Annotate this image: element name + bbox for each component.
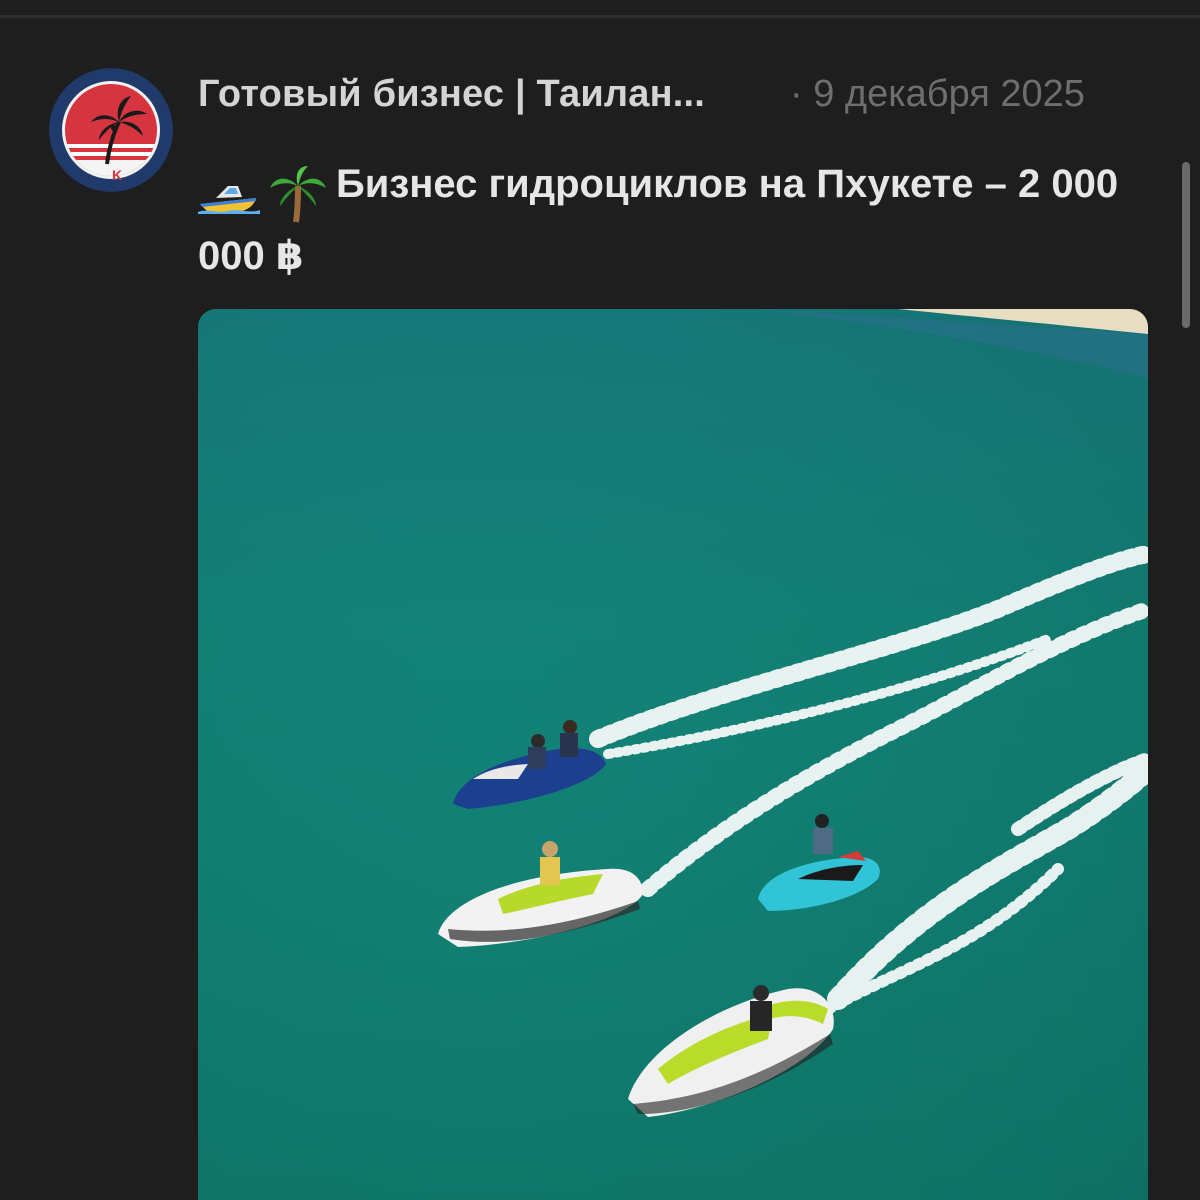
svg-text:K: K (112, 167, 122, 183)
post-title: Бизнес гидроциклов на Пхукете – 2 000 00… (198, 152, 1158, 288)
post-photo[interactable] (198, 309, 1148, 1200)
channel-name[interactable]: Готовый бизнес | Таилан... (198, 68, 705, 120)
scrollbar-thumb[interactable] (1182, 162, 1190, 328)
post-date: · 9 декабря 2025 (790, 73, 1085, 115)
channel-avatar[interactable]: K (49, 68, 173, 192)
speedboat-icon (198, 160, 260, 224)
post-title-text: Бизнес гидроциклов на Пхукете – 2 000 00… (198, 162, 1119, 279)
palm-tree-icon (268, 160, 328, 224)
palm-tree-sunset-logo-icon: K (49, 68, 173, 192)
top-divider (0, 15, 1200, 18)
